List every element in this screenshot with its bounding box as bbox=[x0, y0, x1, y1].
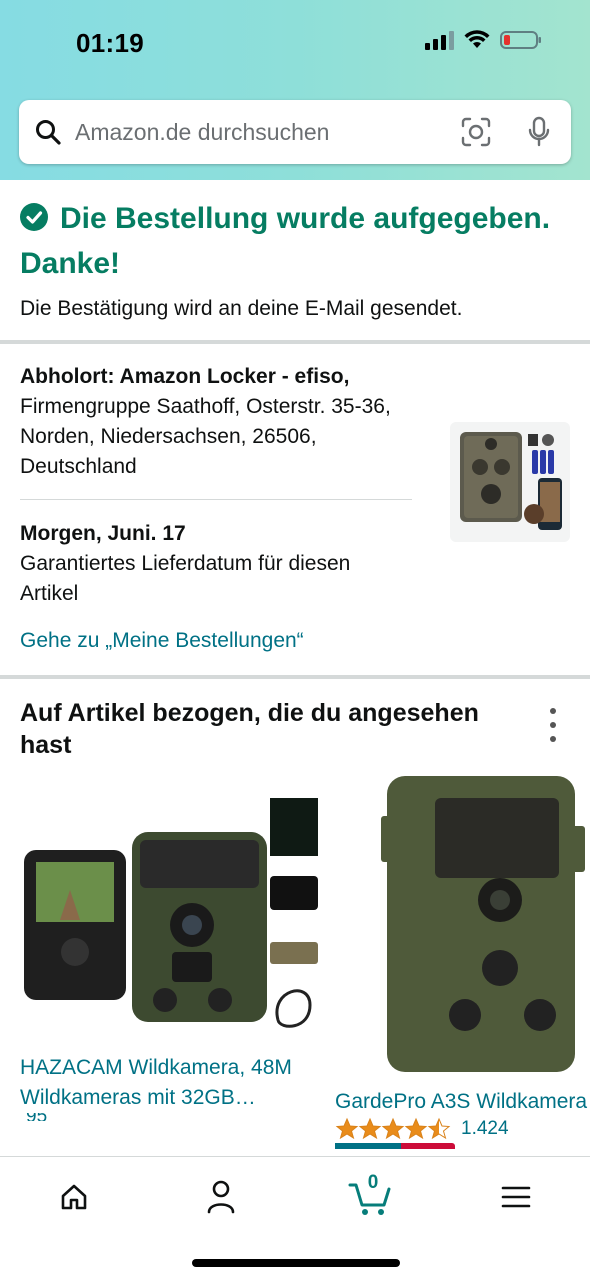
product-image[interactable] bbox=[20, 780, 325, 1048]
wifi-icon bbox=[464, 30, 490, 48]
product-card[interactable]: GardePro A3S Wildkamera 1.424 bbox=[335, 770, 590, 1149]
my-orders-link[interactable]: Gehe zu „Meine Bestellungen“ bbox=[20, 629, 304, 653]
status-time: 01:19 bbox=[76, 28, 144, 58]
status-icons bbox=[425, 30, 542, 50]
product-rating: 1.424 bbox=[335, 1117, 590, 1141]
order-confirmation: Die Bestellung wurde aufgegeben. Danke! … bbox=[20, 196, 580, 321]
product-name-line2[interactable]: Wildkameras mit 32GB… bbox=[20, 1083, 325, 1113]
rating-count[interactable]: 1.424 bbox=[461, 1118, 509, 1140]
delivery-info: Morgen, Juni. 17 Garantiertes Lieferdatu… bbox=[20, 519, 412, 609]
search-bar[interactable]: Amazon.de durchsuchen bbox=[19, 100, 571, 164]
cellular-signal-icon bbox=[425, 30, 454, 50]
home-indicator bbox=[192, 1259, 400, 1267]
product-name[interactable]: HAZACAM Wildkamera, 48M bbox=[20, 1053, 325, 1083]
pickup-label: Abholort: Amazon Locker - efiso, bbox=[20, 365, 350, 388]
section-divider bbox=[0, 340, 590, 344]
more-options-icon[interactable] bbox=[546, 708, 560, 742]
section-divider bbox=[0, 675, 590, 679]
confirmation-subtitle: Die Bestätigung wird an deine E-Mail ges… bbox=[20, 297, 463, 320]
ordered-product-thumbnail[interactable] bbox=[450, 422, 570, 542]
product-name[interactable]: GardePro A3S Wildkamera bbox=[335, 1087, 590, 1117]
camera-search-icon[interactable] bbox=[461, 117, 491, 147]
pickup-address: Firmengruppe Saathoff, Osterstr. 35-36, … bbox=[20, 395, 391, 478]
microphone-icon[interactable] bbox=[527, 116, 551, 148]
detail-divider bbox=[20, 499, 412, 500]
deal-badge bbox=[335, 1143, 455, 1149]
recommendations-title: Auf Artikel bezogen, die du angesehen ha… bbox=[20, 699, 479, 759]
account-icon[interactable] bbox=[201, 1177, 241, 1217]
pickup-info: Abholort: Amazon Locker - efiso, Firmeng… bbox=[20, 362, 412, 482]
app-header: 01:19 Amazon.de durchsuchen bbox=[0, 0, 590, 180]
product-card[interactable]: HAZACAM Wildkamera, 48M Wildkameras mit … bbox=[20, 780, 325, 1121]
battery-low-icon bbox=[500, 31, 541, 49]
product-rating: 95 bbox=[20, 1113, 325, 1121]
search-icon bbox=[35, 119, 61, 145]
rating-count[interactable]: 95 bbox=[26, 1113, 47, 1121]
confirmation-title: Die Bestellung wurde aufgegeben. Danke! bbox=[20, 196, 580, 286]
confirmation-title-text: Die Bestellung wurde aufgegeben. Danke! bbox=[20, 202, 551, 280]
search-input[interactable]: Amazon.de durchsuchen bbox=[75, 119, 461, 146]
delivery-date: Morgen, Juni. 17 bbox=[20, 522, 186, 545]
delivery-note: Garantiertes Lieferdatum für diesen Arti… bbox=[20, 552, 351, 605]
cart-count-badge: 0 bbox=[367, 1172, 379, 1193]
product-image[interactable] bbox=[335, 770, 590, 1080]
home-icon[interactable] bbox=[54, 1177, 94, 1217]
menu-icon[interactable] bbox=[496, 1177, 536, 1217]
star-rating-icon bbox=[335, 1117, 451, 1140]
check-circle-icon bbox=[20, 203, 48, 231]
